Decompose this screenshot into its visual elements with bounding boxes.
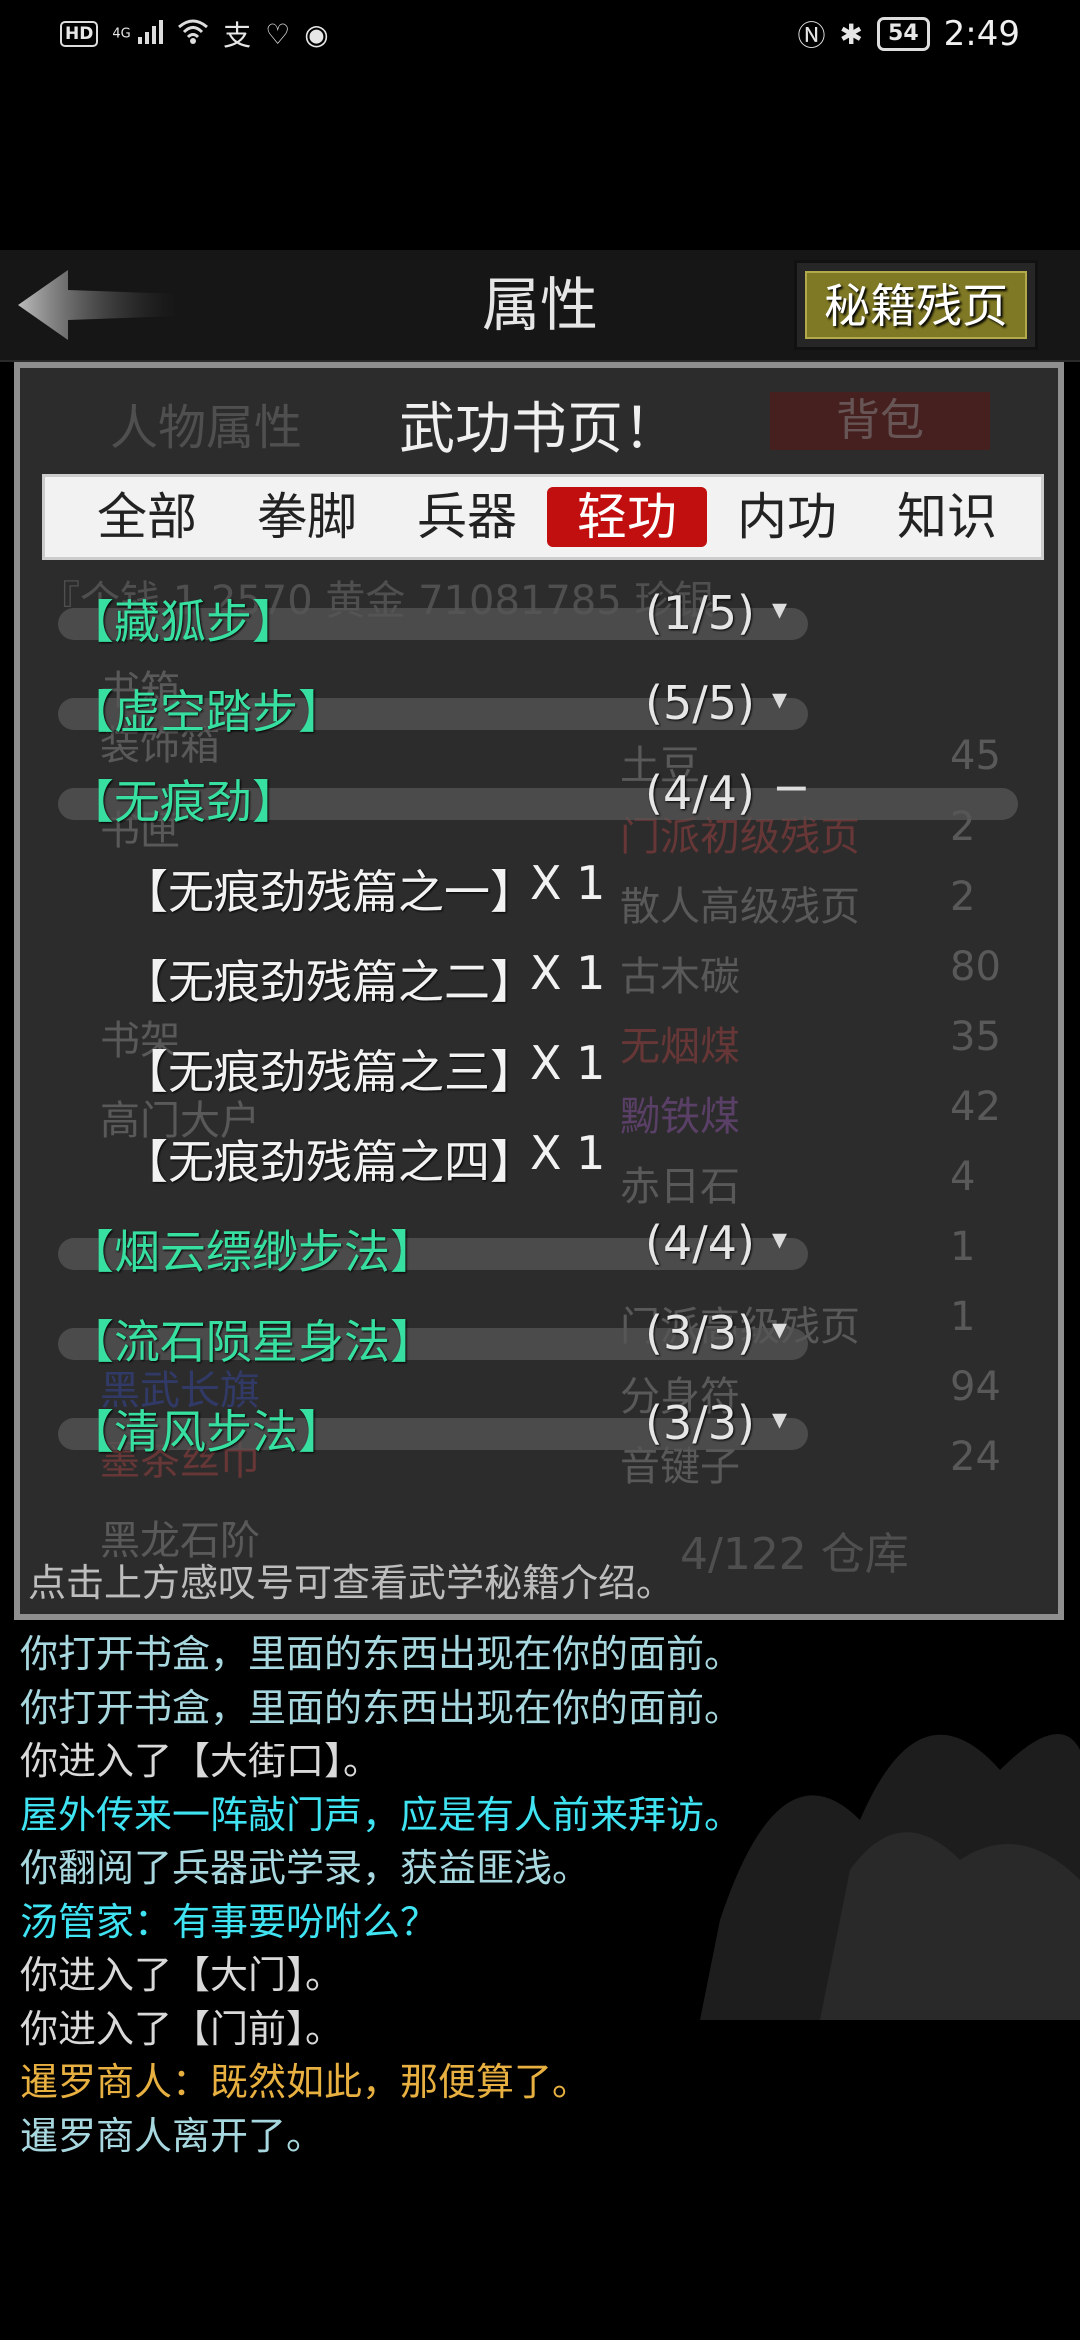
- wifi-icon: [177, 17, 209, 52]
- tab-lightness[interactable]: 轻功: [547, 487, 707, 547]
- skill-name: 【流石陨星身法】: [68, 1315, 436, 1369]
- skill-pages-dialog: 人物属性 背包 『个钱 1 2570 黄金 71081785 珍银 书箱 装饰箱…: [14, 362, 1064, 1620]
- status-left: HD 4G 支 ♡ ◉: [60, 14, 329, 54]
- hd-icon: HD: [60, 21, 99, 47]
- fragment-item[interactable]: 【无痕劲残篇之二】 X 1: [20, 938, 1058, 1018]
- log-line: 汤管家：有事要吩咐么？: [20, 1899, 439, 1944]
- secret-pages-label: 秘籍残页: [805, 271, 1027, 339]
- chevron-down-icon[interactable]: ▾: [772, 682, 787, 717]
- skill-count: (5/5): [645, 676, 755, 730]
- skill-name: 【无痕劲】: [68, 775, 298, 829]
- skill-count: (3/3): [645, 1306, 755, 1360]
- fragment-qty: X 1: [530, 946, 606, 1000]
- log-line: 你进入了【大门】。: [20, 1953, 344, 1997]
- chevron-down-icon[interactable]: ▾: [772, 1222, 787, 1257]
- log-line: 你进入了【门前】。: [20, 2006, 344, 2051]
- chevron-down-icon[interactable]: ▾: [772, 592, 787, 627]
- skill-name: 【虚空踏步】: [68, 685, 344, 739]
- skill-row[interactable]: 【流石陨星身法】 (3/3) ▾: [20, 1298, 1058, 1378]
- skill-name: 【藏狐步】: [68, 595, 298, 649]
- skill-name: 【烟云缥缈步法】: [68, 1225, 436, 1279]
- log-line: 你进入了【大街口】。: [20, 1739, 382, 1783]
- collapse-icon[interactable]: −: [772, 760, 811, 814]
- skill-row[interactable]: 【烟云缥缈步法】 (4/4) ▾: [20, 1208, 1058, 1288]
- skill-count: (1/5): [645, 586, 755, 640]
- signal-icon: 4G: [112, 19, 164, 50]
- fragment-qty: X 1: [530, 1036, 606, 1090]
- status-right: Ⓝ ✱ 54 2:49: [798, 14, 1020, 54]
- log-line: 暹罗商人：既然如此，那便算了。: [20, 2060, 591, 2104]
- fragment-item[interactable]: 【无痕劲残篇之四】 X 1: [20, 1118, 1058, 1198]
- fragment-name: 【无痕劲残篇之三】: [122, 1045, 536, 1099]
- bluetooth-icon: ✱: [839, 17, 864, 51]
- heart-icon: ♡: [265, 17, 291, 51]
- fragment-name: 【无痕劲残篇之一】: [122, 865, 536, 919]
- skill-row[interactable]: 【藏狐步】 (1/5) ▾: [20, 578, 1058, 658]
- sound-icon: ◉: [304, 17, 329, 51]
- tab-knowledge[interactable]: 知识: [867, 487, 1027, 547]
- tab-fist[interactable]: 拳脚: [227, 487, 387, 547]
- fragment-name: 【无痕劲残篇之二】: [122, 955, 536, 1009]
- skill-count: (4/4): [645, 1216, 755, 1270]
- tab-all[interactable]: 全部: [67, 487, 227, 547]
- hint-text: 点击上方感叹号可查看武学秘籍介绍。: [28, 1561, 675, 1605]
- log-line: 你翻阅了兵器武学录，获益匪浅。: [20, 1846, 591, 1890]
- skill-row[interactable]: 【虚空踏步】 (5/5) ▾: [20, 668, 1058, 748]
- battery-icon: 54: [877, 17, 930, 51]
- skill-row[interactable]: 【无痕劲】 (4/4) −: [20, 758, 1058, 838]
- secret-pages-button[interactable]: 秘籍残页: [794, 260, 1038, 350]
- fragment-item[interactable]: 【无痕劲残篇之一】 X 1: [20, 848, 1058, 928]
- chevron-down-icon[interactable]: ▾: [772, 1402, 787, 1437]
- skill-name: 【清风步法】: [68, 1405, 344, 1459]
- log-line: 你打开书盒，里面的东西出现在你的面前。: [20, 1632, 743, 1676]
- clock: 2:49: [943, 14, 1020, 54]
- tab-inner[interactable]: 内功: [707, 487, 867, 547]
- log-line: 暹罗商人离开了。: [20, 2113, 325, 2158]
- category-tabs: 全部 拳脚 兵器 轻功 内功 知识: [42, 474, 1044, 560]
- page-header: 属性 秘籍残页: [0, 250, 1080, 362]
- bg-storage-footer: 4/122 仓库: [680, 1529, 909, 1580]
- tab-weapon[interactable]: 兵器: [387, 487, 547, 547]
- skill-count: (3/3): [645, 1396, 755, 1450]
- log-line: 屋外传来一阵敲门声，应是有人前来拜访。: [20, 1792, 743, 1837]
- fragment-item[interactable]: 【无痕劲残篇之三】 X 1: [20, 1028, 1058, 1108]
- network-type-label: 4G: [112, 25, 131, 41]
- chevron-down-icon[interactable]: ▾: [772, 1312, 787, 1347]
- fragment-name: 【无痕劲残篇之四】: [122, 1135, 536, 1189]
- skill-row[interactable]: 【清风步法】 (3/3) ▾: [20, 1388, 1058, 1468]
- nfc-icon: Ⓝ: [797, 19, 826, 52]
- log-line: 你打开书盒，里面的东西出现在你的面前。: [20, 1685, 743, 1730]
- alipay-icon: 支: [223, 19, 252, 52]
- message-log: 你打开书盒，里面的东西出现在你的面前。 你打开书盒，里面的东西出现在你的面前。 …: [20, 1628, 1060, 2163]
- dialog-title[interactable]: 武功书页！: [20, 390, 1058, 470]
- fragment-qty: X 1: [530, 1126, 606, 1180]
- skill-count: (4/4): [645, 766, 755, 820]
- status-bar: HD 4G 支 ♡ ◉ Ⓝ ✱ 54 2:49: [0, 0, 1080, 70]
- fragment-qty: X 1: [530, 856, 606, 910]
